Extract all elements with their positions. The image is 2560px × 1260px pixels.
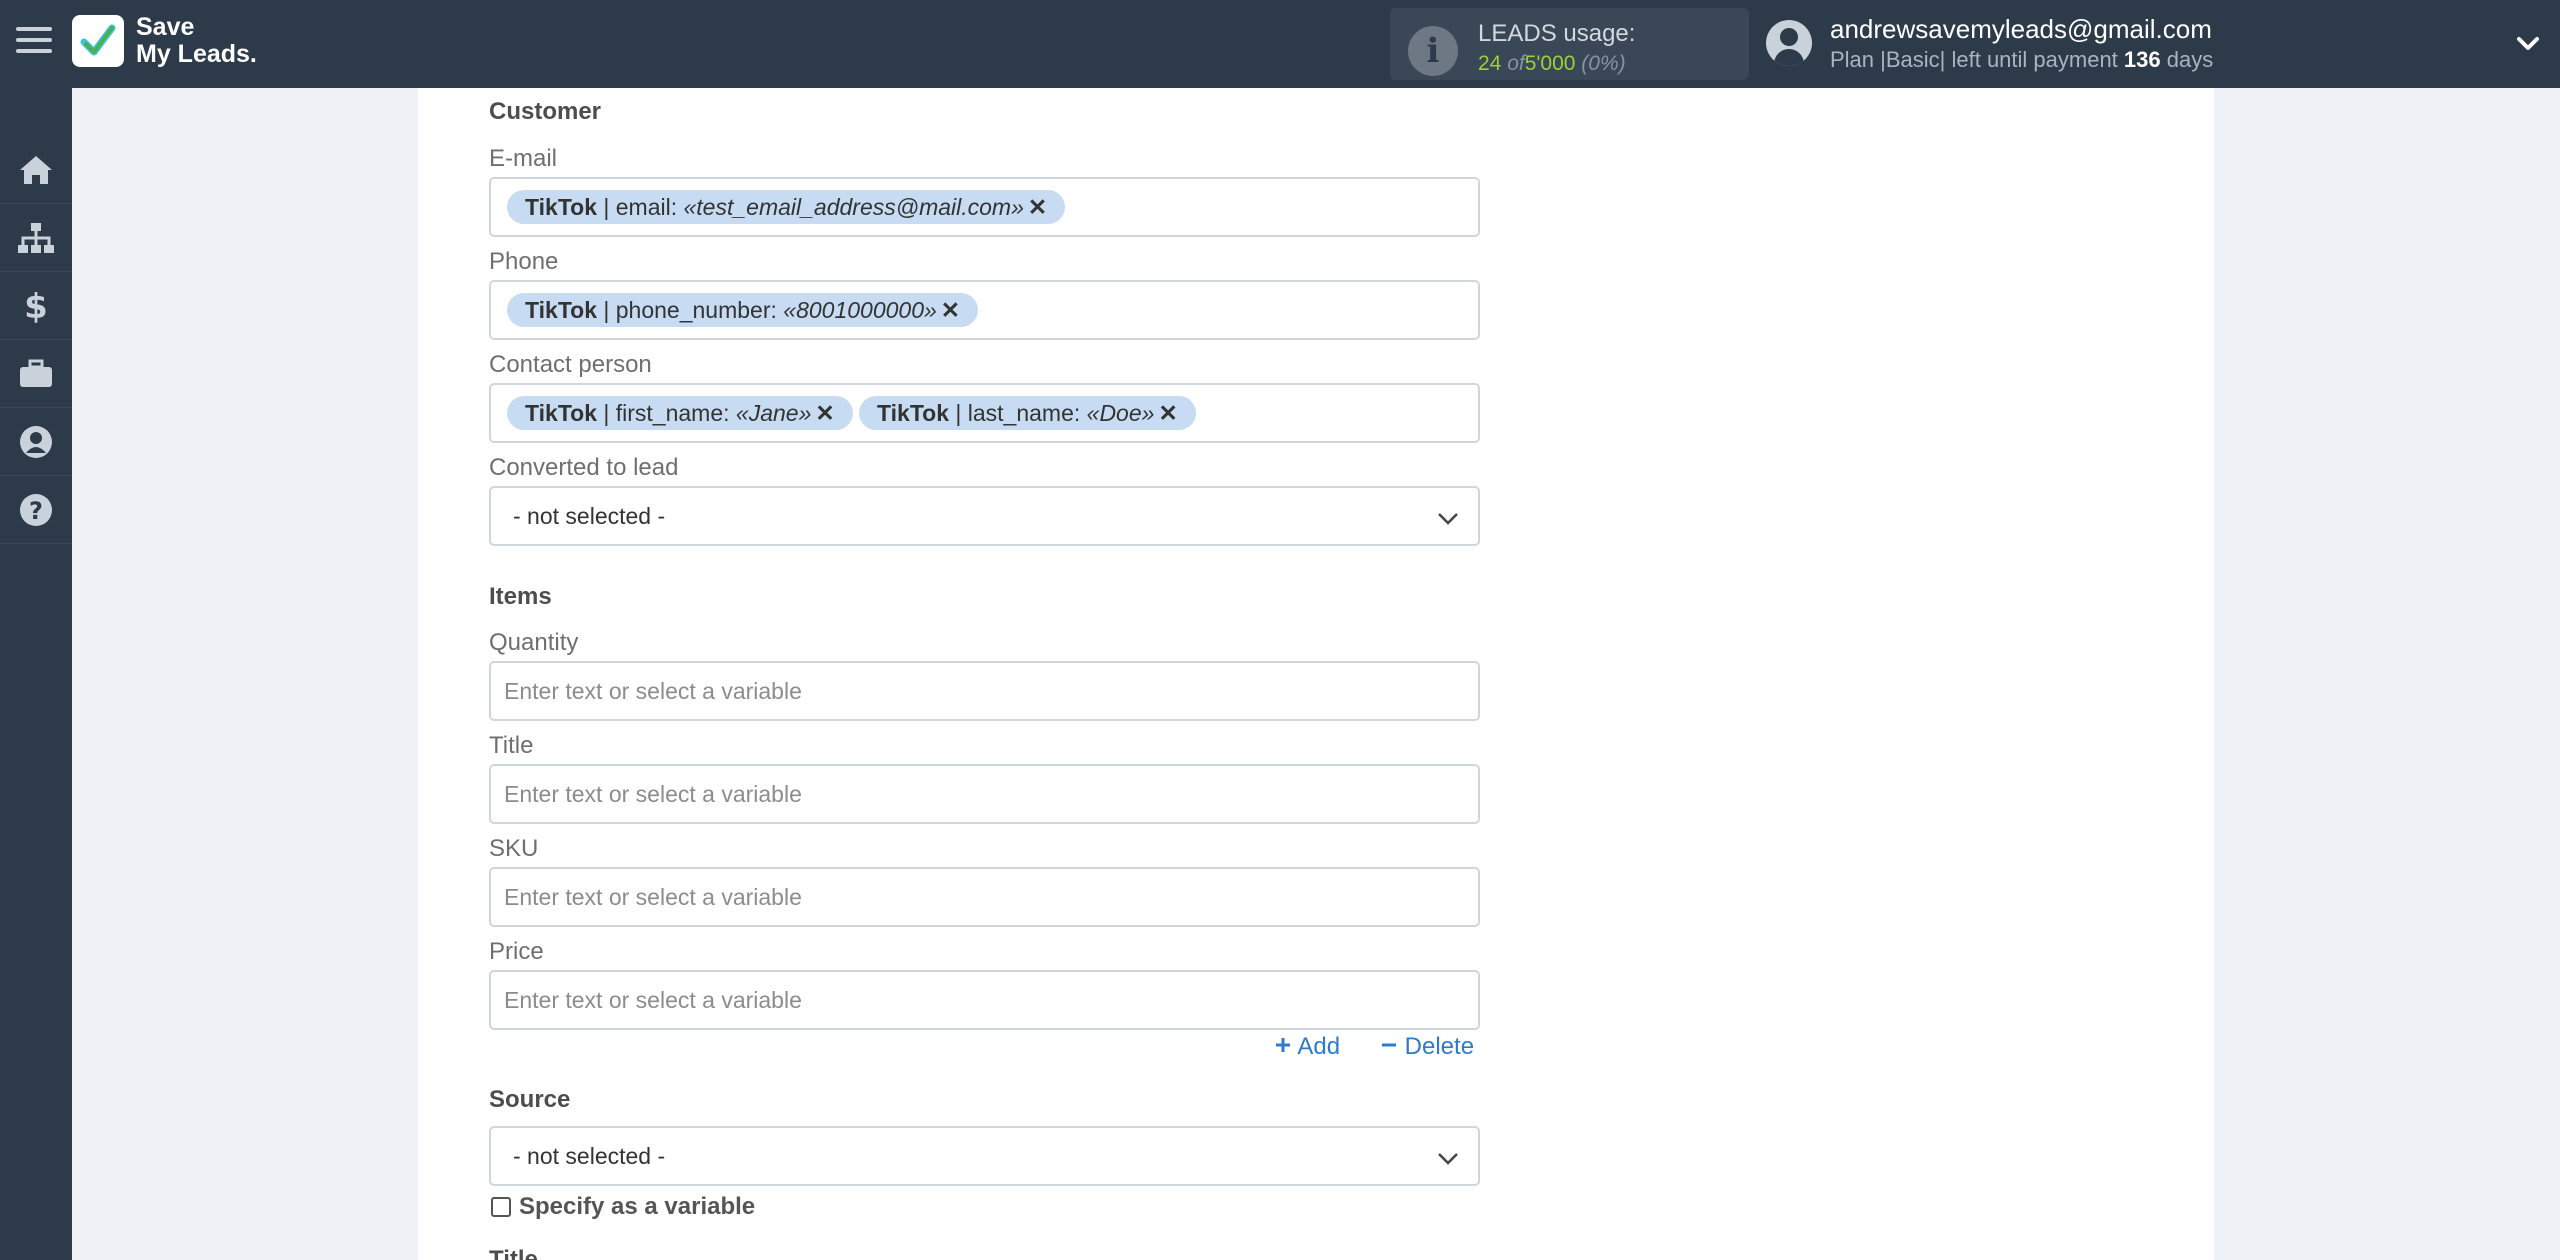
logo-line-2: My Leads.: [136, 40, 257, 68]
sku-field[interactable]: Enter text or select a variable: [489, 867, 1480, 927]
last-name-variable-tag[interactable]: TikTok | last_name: «Doe» ✕: [859, 396, 1196, 430]
sidebar-item-billing[interactable]: $: [0, 272, 72, 340]
placeholder: Enter text or select a variable: [504, 781, 802, 807]
sidebar-item-account[interactable]: [0, 408, 72, 476]
info-icon: i: [1408, 26, 1458, 76]
plan-prefix: Plan |Basic| left until payment: [1830, 47, 2118, 72]
usage-used: 24: [1478, 52, 1502, 75]
phone-variable-tag[interactable]: TikTok | phone_number: «8001000000» ✕: [507, 293, 979, 327]
phone-label: Phone: [489, 248, 559, 275]
sidebar-item-tools[interactable]: [0, 340, 72, 408]
tag-value: «8001000000»: [783, 297, 937, 323]
title-field[interactable]: Enter text or select a variable: [489, 764, 1480, 824]
tag-value: «test_email_address@mail.com»: [683, 194, 1024, 220]
user-email[interactable]: andrewsavemyleads@gmail.com: [1830, 14, 2212, 45]
tag-source: TikTok: [877, 400, 949, 426]
specify-as-variable-label[interactable]: Specify as a variable: [519, 1193, 755, 1221]
first-name-variable-tag[interactable]: TikTok | first_name: «Jane» ✕: [507, 396, 853, 430]
converted-to-lead-label: Converted to lead: [489, 454, 679, 481]
svg-text:?: ?: [29, 497, 43, 525]
select-value: - not selected -: [513, 1143, 666, 1169]
converted-to-lead-select[interactable]: - not selected -: [489, 486, 1480, 546]
svg-text:$: $: [24, 288, 48, 324]
tag-field: | last_name:: [955, 400, 1081, 426]
next-field-label-partial: Title: [489, 1246, 538, 1260]
menu-icon[interactable]: [16, 27, 52, 57]
tag-source: TikTok: [525, 194, 597, 220]
quantity-field[interactable]: Enter text or select a variable: [489, 661, 1480, 721]
top-bar: Save My Leads. i LEADS usage: 24 of5'000…: [0, 0, 2560, 88]
sku-label: SKU: [489, 835, 539, 862]
minus-icon: [1382, 1043, 1396, 1047]
email-label: E-mail: [489, 145, 558, 172]
email-variable-tag[interactable]: TikTok | email: «test_email_address@mail…: [507, 190, 1066, 224]
tag-source: TikTok: [525, 400, 597, 426]
user-icon: [20, 425, 52, 458]
sidebar-item-connections[interactable]: [0, 204, 72, 272]
home-icon: [20, 155, 52, 184]
phone-field[interactable]: TikTok | phone_number: «8001000000» ✕: [489, 280, 1480, 340]
placeholder: Enter text or select a variable: [504, 678, 802, 704]
placeholder: Enter text or select a variable: [504, 987, 802, 1013]
source-select[interactable]: - not selected -: [489, 1126, 1480, 1186]
plan-suffix: days: [2166, 47, 2214, 72]
price-label: Price: [489, 938, 544, 965]
title-label: Title: [489, 732, 534, 759]
sitemap-icon: [18, 222, 54, 253]
user-plan: Plan |Basic| left until payment 136 days: [1830, 47, 2213, 73]
email-field[interactable]: TikTok | email: «test_email_address@mail…: [489, 177, 1480, 237]
tag-value: «Jane»: [735, 400, 812, 426]
sidebar-item-home[interactable]: [0, 136, 72, 204]
usage-count: 24 of5'000 (0%): [1478, 52, 1626, 76]
help-icon: ?: [20, 493, 52, 526]
tag-field: | first_name:: [603, 400, 730, 426]
logo-text[interactable]: Save My Leads.: [136, 14, 257, 68]
quantity-label: Quantity: [489, 629, 579, 656]
add-item-button[interactable]: Add: [1274, 1033, 1340, 1061]
remove-tag-icon[interactable]: ✕: [941, 297, 960, 323]
leads-usage-panel: i LEADS usage: 24 of5'000 (0%): [1390, 8, 1749, 80]
avatar-icon[interactable]: [1766, 20, 1812, 66]
tag-value: «Doe»: [1086, 400, 1155, 426]
source-section-title: Source: [489, 1086, 571, 1113]
briefcase-icon: [20, 359, 52, 387]
items-section-title: Items: [489, 583, 552, 610]
plus-icon: [1276, 1038, 1290, 1052]
dollar-icon: $: [24, 288, 48, 324]
delete-label: Delete: [1404, 1033, 1475, 1060]
price-field[interactable]: Enter text or select a variable: [489, 970, 1480, 1030]
usage-title: LEADS usage:: [1478, 20, 1636, 47]
remove-tag-icon[interactable]: ✕: [815, 400, 834, 426]
plan-days: 136: [2123, 47, 2161, 72]
contact-person-label: Contact person: [489, 351, 652, 378]
chevron-down-icon[interactable]: [2515, 30, 2541, 56]
chevron-down-icon: [1438, 1153, 1458, 1165]
remove-tag-icon[interactable]: ✕: [1028, 194, 1047, 220]
contact-person-field[interactable]: TikTok | first_name: «Jane» ✕ TikTok | la…: [489, 383, 1480, 443]
usage-percent: (0%): [1581, 52, 1626, 75]
select-value: - not selected -: [513, 503, 666, 529]
usage-of: of: [1507, 52, 1525, 75]
usage-total: 5'000: [1524, 52, 1576, 75]
tag-field: | phone_number:: [603, 297, 777, 323]
chevron-down-icon: [1438, 513, 1458, 525]
logo-line-1: Save: [136, 13, 195, 41]
remove-tag-icon[interactable]: ✕: [1158, 400, 1177, 426]
specify-as-variable-checkbox[interactable]: [491, 1197, 511, 1217]
placeholder: Enter text or select a variable: [504, 884, 802, 910]
tag-field: | email:: [603, 194, 678, 220]
add-label: Add: [1297, 1033, 1341, 1060]
delete-item-button[interactable]: Delete: [1380, 1033, 1474, 1061]
customer-section-title: Customer: [489, 98, 602, 125]
sidebar-item-help[interactable]: ?: [0, 476, 72, 544]
logo-icon[interactable]: [72, 15, 124, 67]
tag-source: TikTok: [525, 297, 597, 323]
sidebar: $ ?: [0, 88, 72, 1260]
